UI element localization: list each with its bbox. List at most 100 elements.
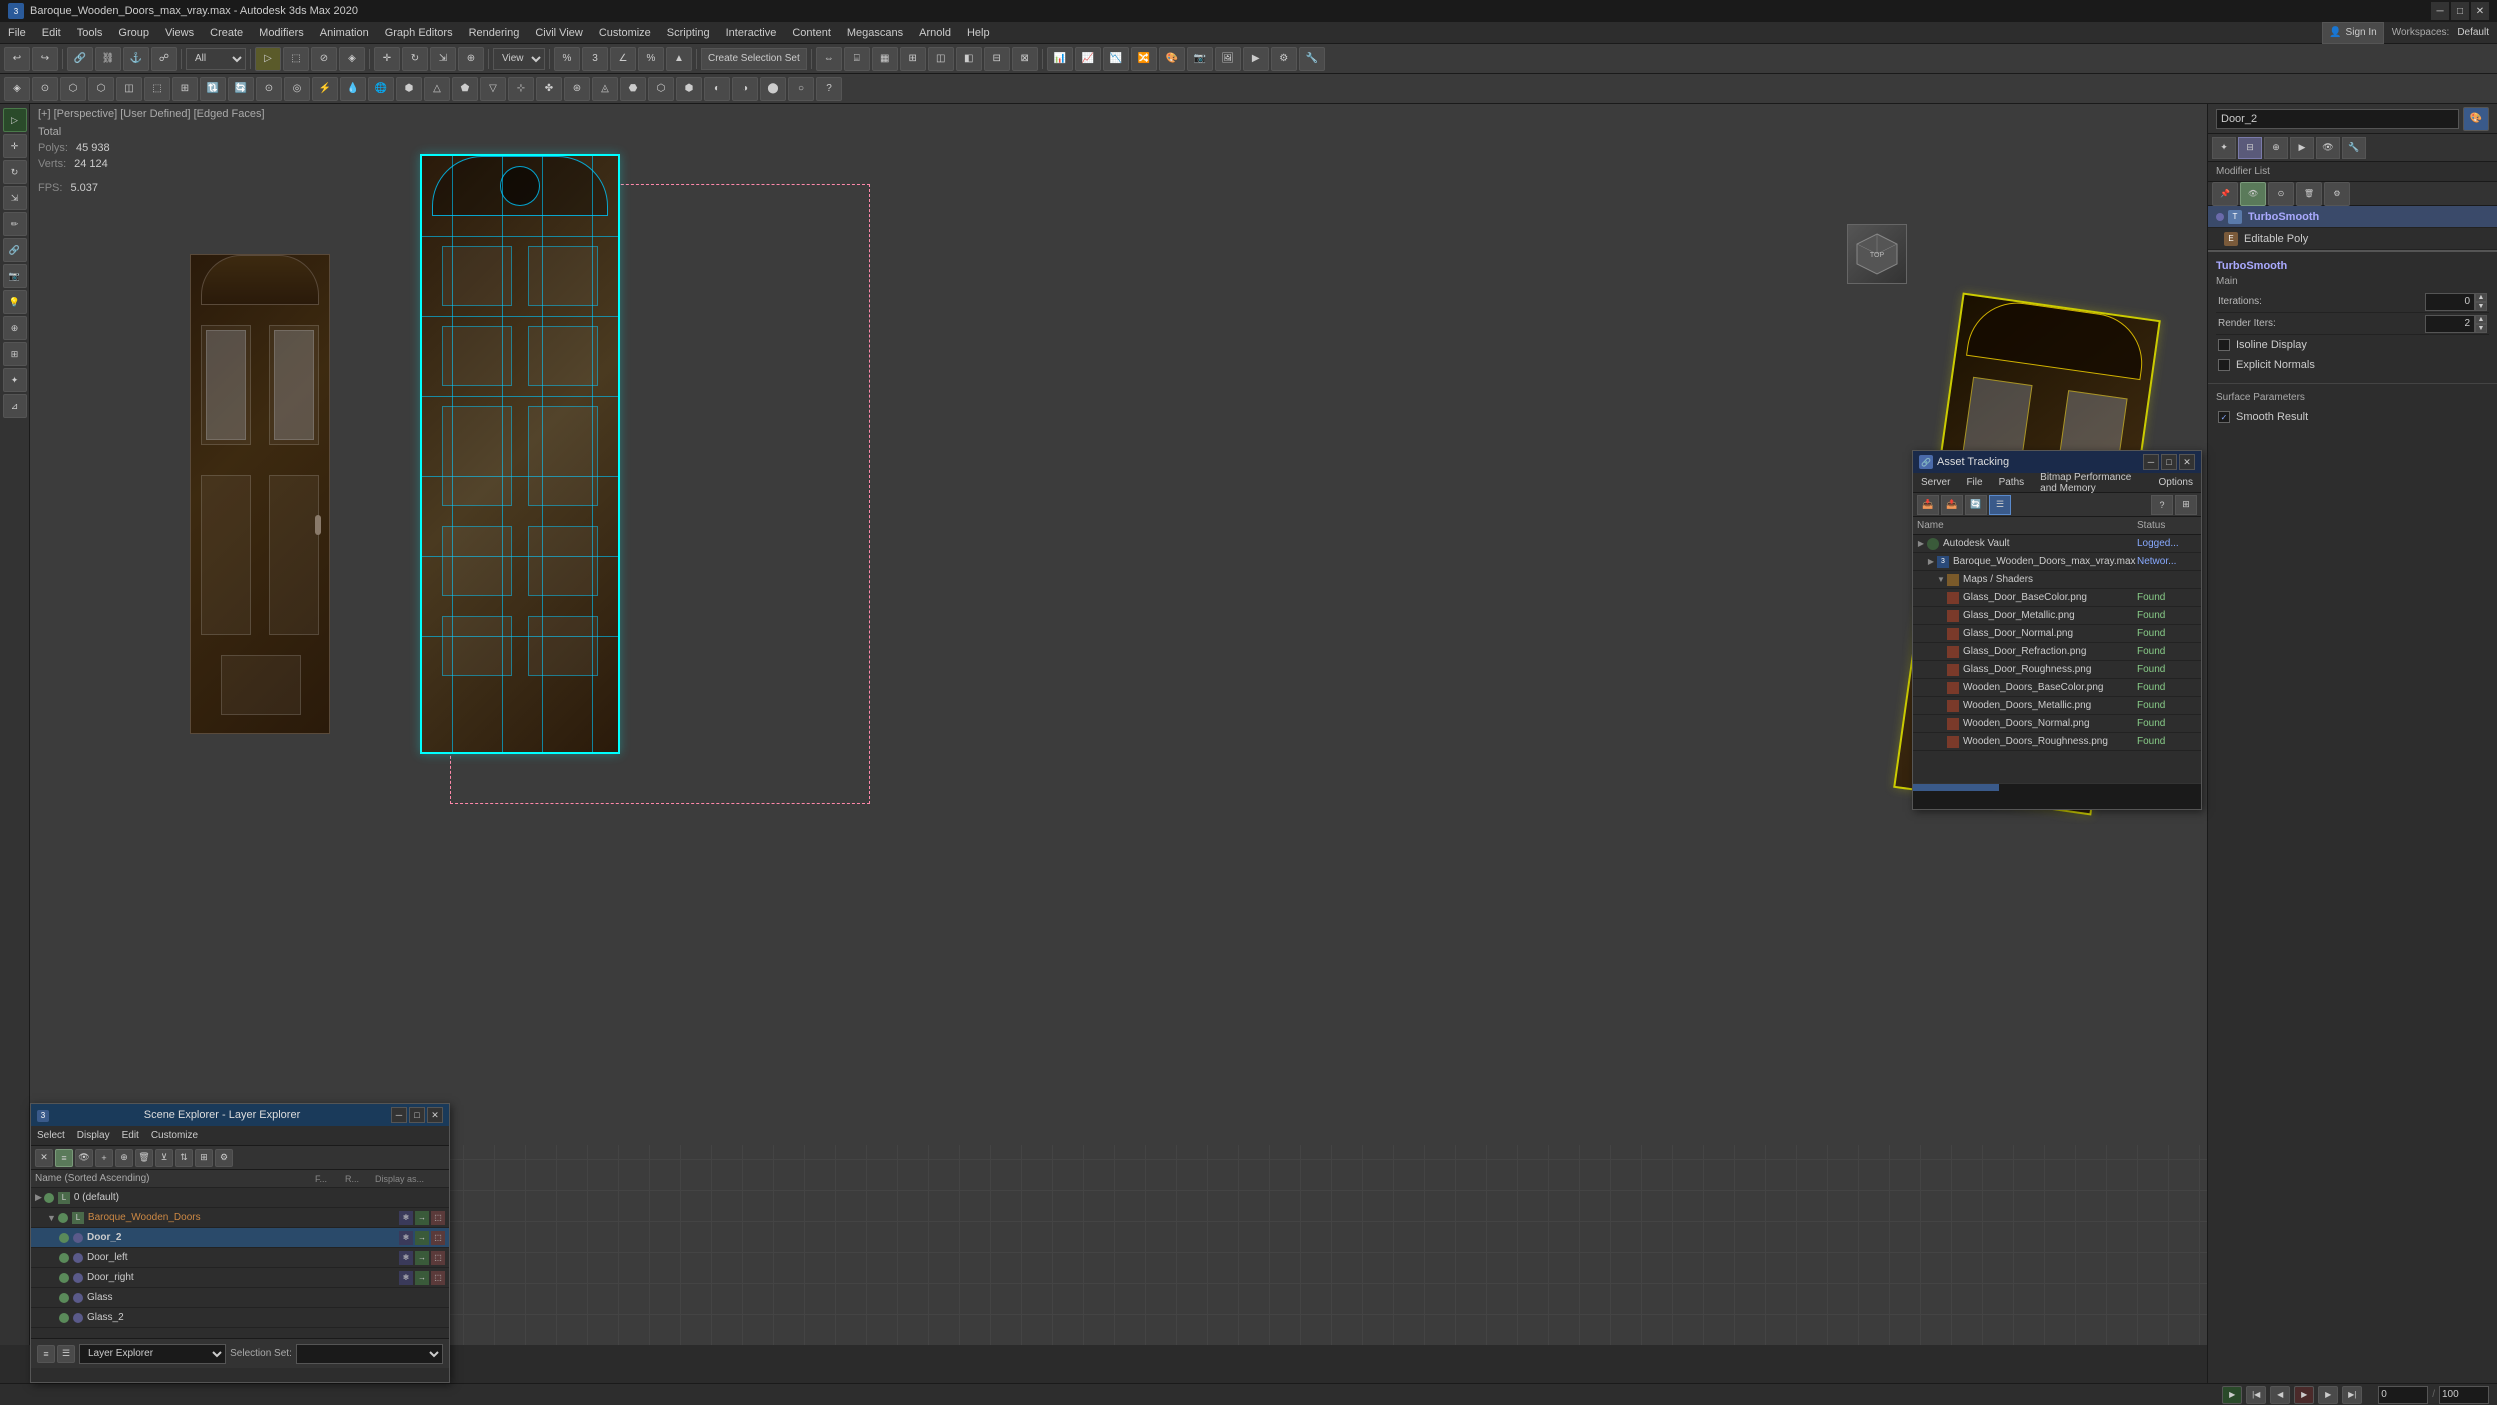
bind2-button[interactable]: ☍ <box>151 47 177 71</box>
move-button[interactable]: ✛ <box>374 47 400 71</box>
snapshot-button[interactable]: ◫ <box>928 47 954 71</box>
render-iters-down[interactable]: ▼ <box>2475 324 2487 333</box>
se-eye-btn[interactable]: 👁 <box>75 1149 93 1167</box>
tb2-btn22[interactable]: ◬ <box>592 77 618 101</box>
status-step-btn[interactable]: ◀ <box>2270 1386 2290 1404</box>
place-button[interactable]: ⊕ <box>458 47 484 71</box>
menu-content[interactable]: Content <box>784 24 839 42</box>
view-dropdown[interactable]: View <box>493 48 545 70</box>
tb2-btn29[interactable]: ○ <box>788 77 814 101</box>
menu-views[interactable]: Views <box>157 24 202 42</box>
se-row-door-left[interactable]: Door_left ❄ → ⬚ <box>31 1248 449 1268</box>
tb2-btn27[interactable]: ◑ <box>732 77 758 101</box>
status-time-btn[interactable]: |◀ <box>2246 1386 2266 1404</box>
tb2-btn16[interactable]: △ <box>424 77 450 101</box>
align4-button[interactable]: ⊟ <box>984 47 1010 71</box>
tb2-btn13[interactable]: 💧 <box>340 77 366 101</box>
tb2-btn9[interactable]: 🔄 <box>228 77 254 101</box>
left-tb-scale[interactable]: ⇲ <box>3 186 27 210</box>
graph-button[interactable]: 📊 <box>1047 47 1073 71</box>
se-row-door2[interactable]: Door_2 ❄ → ⬚ <box>31 1228 449 1248</box>
remove-modifier-button[interactable]: 🗑 <box>2296 182 2322 206</box>
tb2-btn18[interactable]: ▽ <box>480 77 506 101</box>
tb2-help[interactable]: ? <box>816 77 842 101</box>
se-menu-select[interactable]: Select <box>31 1128 71 1143</box>
at-row-wood-metallic[interactable]: Wooden_Doors_Metallic.png Found <box>1913 697 2201 715</box>
frame-end-field[interactable] <box>2439 1386 2489 1404</box>
iterations-field[interactable] <box>2425 293 2475 311</box>
menu-arnold[interactable]: Arnold <box>911 24 959 42</box>
menu-create[interactable]: Create <box>202 24 251 42</box>
percent-button[interactable]: % <box>554 47 580 71</box>
menu-animation[interactable]: Animation <box>312 24 377 42</box>
at-row-glass-normal[interactable]: Glass_Door_Normal.png Found <box>1913 625 2201 643</box>
snap-toggle[interactable]: 3 <box>582 47 608 71</box>
create-selection-set-button[interactable]: Create Selection Set <box>701 48 807 70</box>
iterations-down-button[interactable]: ▼ <box>2475 302 2487 311</box>
at-reload-btn[interactable]: 🔄 <box>1965 495 1987 515</box>
se-filter-btn[interactable]: ⊻ <box>155 1149 173 1167</box>
redo-button[interactable]: ↪ <box>32 47 58 71</box>
at-row-max-file[interactable]: ▶ 3 Baroque_Wooden_Doors_max_vray.max Ne… <box>1913 553 2201 571</box>
array-button[interactable]: ⊞ <box>900 47 926 71</box>
at-row-glass-refraction[interactable]: Glass_Door_Refraction.png Found <box>1913 643 2201 661</box>
se-expand-btn[interactable]: ⊞ <box>195 1149 213 1167</box>
minimize-button[interactable]: ─ <box>2431 2 2449 20</box>
se-layer-btn[interactable]: ≡ <box>55 1149 73 1167</box>
tb2-btn24[interactable]: ⬡ <box>648 77 674 101</box>
tb2-btn5[interactable]: ◫ <box>116 77 142 101</box>
tb2-btn15[interactable]: ⬢ <box>396 77 422 101</box>
tb2-btn4[interactable]: ⬡ <box>88 77 114 101</box>
tb2-btn28[interactable]: ⬤ <box>760 77 786 101</box>
sign-in-button[interactable]: 👤 Sign In <box>2322 22 2384 44</box>
left-tb-move[interactable]: ✛ <box>3 134 27 158</box>
at-row-vault[interactable]: ▶ Autodesk Vault Logged... <box>1913 535 2201 553</box>
se-menu-edit[interactable]: Edit <box>116 1128 145 1143</box>
create-tab[interactable]: ✦ <box>2212 137 2236 159</box>
left-tb-camera[interactable]: 📷 <box>3 264 27 288</box>
at-menu-server[interactable]: Server <box>1913 475 1958 490</box>
selection-set-dropdown[interactable] <box>296 1344 443 1364</box>
editable-poly-modifier-item[interactable]: E Editable Poly <box>2208 228 2497 250</box>
at-menu-bitmap[interactable]: Bitmap Performance and Memory <box>2032 470 2150 496</box>
se-maximize-button[interactable]: □ <box>409 1107 425 1123</box>
angle-snap[interactable]: ∠ <box>610 47 636 71</box>
se-menu-customize[interactable]: Customize <box>145 1128 204 1143</box>
config-button[interactable]: ⚙ <box>2324 182 2350 206</box>
frame-field[interactable] <box>2378 1386 2428 1404</box>
at-help-btn[interactable]: ? <box>2151 495 2173 515</box>
mirror-button[interactable]: ⇔ <box>816 47 842 71</box>
select-button[interactable]: ▷ <box>255 47 281 71</box>
tb2-btn14[interactable]: 🌐 <box>368 77 394 101</box>
se-minimize-button[interactable]: ─ <box>391 1107 407 1123</box>
tb2-btn2[interactable]: ⊙ <box>32 77 58 101</box>
align3-button[interactable]: ◧ <box>956 47 982 71</box>
nav-cube[interactable]: TOP <box>1847 224 1907 284</box>
se-row-glass2[interactable]: Glass_2 <box>31 1308 449 1328</box>
graph2-button[interactable]: 📈 <box>1075 47 1101 71</box>
modify-tab[interactable]: ⊟ <box>2238 137 2262 159</box>
render-iters-field[interactable] <box>2425 315 2475 333</box>
cube-face[interactable]: TOP <box>1847 224 1907 284</box>
tb2-btn21[interactable]: ⊛ <box>564 77 590 101</box>
at-content[interactable]: ▶ Autodesk Vault Logged... ▶ 3 Baroque_W… <box>1913 535 2201 773</box>
make-unique-button[interactable]: ⊙ <box>2268 182 2294 206</box>
se-delete-btn[interactable]: 🗑 <box>135 1149 153 1167</box>
maximize-button[interactable]: □ <box>2451 2 2469 20</box>
se-gear-btn[interactable]: ⚙ <box>215 1149 233 1167</box>
menu-scripting[interactable]: Scripting <box>659 24 718 42</box>
menu-rendering[interactable]: Rendering <box>461 24 528 42</box>
spinner-snap[interactable]: ▲ <box>666 47 692 71</box>
tb2-btn11[interactable]: ◎ <box>284 77 310 101</box>
bind-button[interactable]: ⚓ <box>123 47 149 71</box>
status-step-fwd-btn[interactable]: ▶ <box>2318 1386 2338 1404</box>
at-row-glass-metallic[interactable]: Glass_Door_Metallic.png Found <box>1913 607 2201 625</box>
menu-modifiers[interactable]: Modifiers <box>251 24 312 42</box>
at-expand-all-btn[interactable]: ⊞ <box>2175 495 2197 515</box>
left-tb-rotate[interactable]: ↻ <box>3 160 27 184</box>
tb2-btn17[interactable]: ⬟ <box>452 77 478 101</box>
close-button[interactable]: ✕ <box>2471 2 2489 20</box>
tb2-btn23[interactable]: ⬣ <box>620 77 646 101</box>
se-close-pane-btn[interactable]: ✕ <box>35 1149 53 1167</box>
motion-tab[interactable]: ▶ <box>2290 137 2314 159</box>
